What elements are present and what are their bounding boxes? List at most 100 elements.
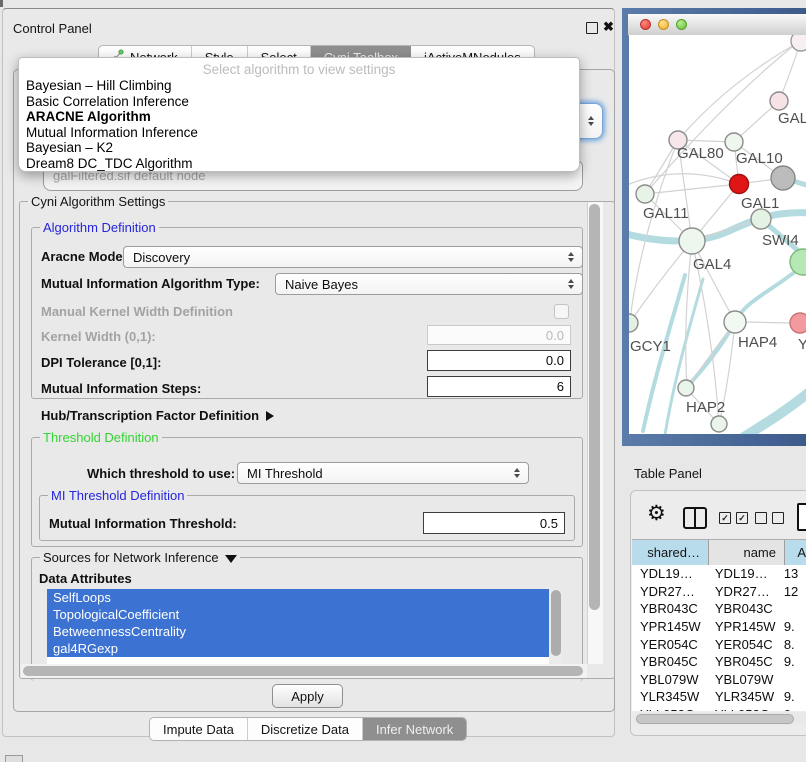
- algorithm-option[interactable]: Mutual Information Inference: [19, 125, 579, 141]
- network-node-hap4[interactable]: [724, 311, 746, 333]
- attribute-item[interactable]: SelfLoops: [47, 589, 549, 606]
- table-cell: 9.: [781, 619, 806, 634]
- table-row[interactable]: YDR27…YDR27…12: [632, 583, 806, 601]
- network-node-salmon[interactable]: [790, 313, 806, 333]
- network-node-gray-node[interactable]: [771, 166, 795, 190]
- screen: Control Panel ✖ NetworkStyleSelectCyni T…: [0, 0, 806, 762]
- attribute-list-scrollbar[interactable]: [550, 589, 562, 665]
- table-cell: YPR145W: [707, 619, 781, 634]
- gear-icon[interactable]: ⚙: [647, 501, 666, 526]
- select-all-icon[interactable]: ✓ ✓: [719, 512, 748, 524]
- minimize-traffic-light[interactable]: [658, 19, 669, 30]
- minimized-panel-chip[interactable]: [5, 755, 23, 762]
- algorithm-option[interactable]: ARACNE Algorithm: [19, 109, 579, 125]
- algorithm-option[interactable]: Basic Correlation Inference: [19, 94, 579, 110]
- table-cell: 9.: [781, 654, 806, 669]
- table-cell: YBL079W: [632, 672, 707, 687]
- network-node-hap2[interactable]: [678, 380, 694, 396]
- dpi-tolerance-field[interactable]: 0.0: [427, 350, 571, 371]
- data-attributes-label: Data Attributes: [39, 571, 132, 586]
- network-window-titlebar[interactable]: [628, 14, 806, 36]
- table-row[interactable]: YLR345WYLR345W9.: [632, 688, 806, 706]
- network-node-pink-right[interactable]: [770, 92, 788, 110]
- settings-vertical-scrollbar-thumb[interactable]: [589, 204, 600, 610]
- table-row[interactable]: YBR043CYBR043C: [632, 600, 806, 618]
- table-row[interactable]: YLL052CYLL052C9.: [632, 706, 806, 711]
- which-threshold-value: MI Threshold: [238, 466, 509, 481]
- tab-infer-network[interactable]: Infer Network: [363, 718, 466, 740]
- mi-steps-label: Mutual Information Steps:: [41, 381, 201, 396]
- algorithm-option[interactable]: Bayesian – K2: [19, 140, 579, 156]
- column-header-name[interactable]: name: [709, 540, 785, 565]
- kernel-width-field[interactable]: 0.0: [427, 325, 571, 345]
- column-header-A[interactable]: A: [785, 540, 806, 565]
- table-row[interactable]: YBL079WYBL079W: [632, 671, 806, 689]
- sources-group-title[interactable]: Sources for Network Inference: [40, 550, 240, 565]
- column-header-shared…[interactable]: shared…: [632, 540, 709, 565]
- hub-definition-toggle[interactable]: Hub/Transcription Factor Definition: [41, 408, 274, 423]
- manual-kernel-width-checkbox[interactable]: [554, 304, 569, 319]
- network-edge-highlighted: [725, 390, 806, 434]
- table-row[interactable]: YBR045CYBR045C9.: [632, 653, 806, 671]
- table-panel: ⚙ ✓ ✓ shared…nameA YDL19…YDL19…13YDR27…Y…: [630, 490, 806, 736]
- settings-horizontal-scrollbar-thumb[interactable]: [23, 666, 583, 676]
- which-threshold-select[interactable]: MI Threshold: [237, 462, 529, 484]
- node-label: GAL10: [736, 150, 783, 167]
- table-horizontal-scrollbar[interactable]: [633, 712, 806, 725]
- algorithm-option[interactable]: Dream8 DC_TDC Algorithm: [19, 156, 579, 172]
- attribute-item[interactable]: TopologicalCoefficient: [47, 606, 549, 623]
- node-label: GAL11: [643, 205, 689, 222]
- aracne-mode-select[interactable]: Discovery: [123, 246, 583, 268]
- node-label: HAP2: [686, 399, 725, 416]
- table-row[interactable]: YER054CYER054C8.: [632, 635, 806, 653]
- table-cell: 9.: [781, 707, 806, 711]
- data-attributes-list: SelfLoopsTopologicalCoefficientBetweenne…: [47, 589, 549, 665]
- node-label: GAL4: [693, 256, 731, 273]
- network-node-gal11[interactable]: [636, 185, 654, 203]
- expand-arrow-icon: [266, 411, 274, 421]
- network-node-swi4[interactable]: [751, 209, 771, 229]
- table-row[interactable]: YDL19…YDL19…13: [632, 565, 806, 583]
- zoom-traffic-light[interactable]: [676, 19, 687, 30]
- network-edge: [630, 140, 678, 319]
- corner-artifact: [0, 0, 3, 7]
- dropdown-placeholder: Select algorithm to view settings: [19, 58, 579, 78]
- network-canvas[interactable]: GAL80GAL10GALGAL1GAL11SWI4GAL4GCY1HAP4YH…: [629, 35, 806, 434]
- settings-group-title: Cyni Algorithm Settings: [28, 194, 168, 209]
- deselect-all-icon[interactable]: [755, 512, 784, 524]
- new-table-icon[interactable]: [797, 503, 806, 531]
- mi-threshold-field[interactable]: 0.5: [423, 512, 565, 534]
- table-cell: YLR345W: [632, 689, 707, 704]
- table-scrollbar-thumb[interactable]: [636, 714, 794, 724]
- table-row[interactable]: YPR145WYPR145W9.: [632, 618, 806, 636]
- network-node-gcy1[interactable]: [629, 314, 638, 332]
- bottom-tabbar: Impute DataDiscretize DataInfer Network: [149, 717, 467, 741]
- float-window-icon[interactable]: [586, 22, 598, 34]
- table-cell: 13: [781, 566, 806, 581]
- scrollbar-thumb[interactable]: [551, 590, 561, 656]
- attribute-item[interactable]: BetweennessCentrality: [47, 623, 549, 640]
- network-node-gal10[interactable]: [725, 133, 743, 151]
- close-icon[interactable]: ✖: [603, 19, 614, 35]
- network-node-gal1-red[interactable]: [730, 175, 749, 194]
- column-view-icon[interactable]: [683, 507, 707, 529]
- network-node-green-big[interactable]: [790, 249, 806, 275]
- tab-discretize-data[interactable]: Discretize Data: [248, 718, 363, 740]
- table-cell: 12: [781, 584, 806, 599]
- network-node-top-partial[interactable]: [791, 35, 806, 51]
- unchecked-box-icon: [755, 512, 767, 524]
- close-traffic-light[interactable]: [640, 19, 651, 30]
- node-label: Y: [798, 336, 806, 353]
- apply-button[interactable]: Apply: [272, 684, 343, 708]
- algorithm-option[interactable]: Bayesian – Hill Climbing: [19, 78, 579, 94]
- network-edge: [686, 241, 692, 386]
- network-node-bottom-partial[interactable]: [711, 416, 727, 432]
- mi-algorithm-type-select[interactable]: Naive Bayes: [275, 273, 583, 295]
- network-node-gal4[interactable]: [679, 228, 705, 254]
- attribute-item[interactable]: gal4RGexp: [47, 640, 549, 657]
- table-cell: YPR145W: [632, 619, 707, 634]
- hub-definition-label: Hub/Transcription Factor Definition: [41, 408, 259, 423]
- table-cell: 9.: [781, 689, 806, 704]
- tab-impute-data[interactable]: Impute Data: [150, 718, 248, 740]
- mi-steps-field[interactable]: 6: [427, 376, 571, 397]
